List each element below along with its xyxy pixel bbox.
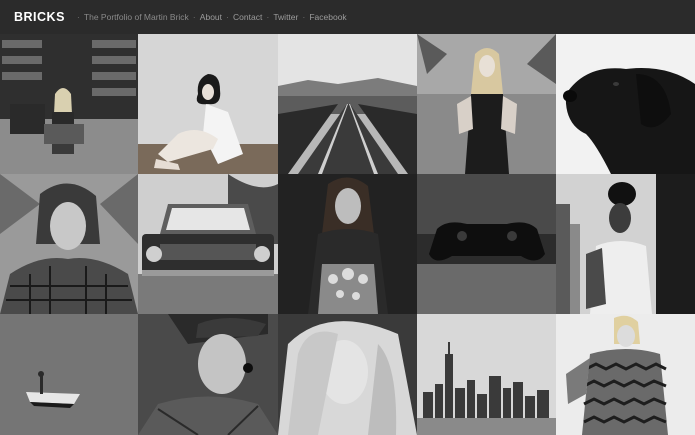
photo-tile-woman-seated-studio[interactable] xyxy=(138,34,278,174)
brand-logo[interactable]: BRICKS xyxy=(14,10,65,24)
photo-tile-woman-plaid-scarf[interactable] xyxy=(0,174,138,314)
photo-tile-man-with-cap[interactable] xyxy=(138,314,278,435)
nav-separator: · xyxy=(226,12,230,22)
photo-tile-woman-zigzag-sweater[interactable] xyxy=(556,314,695,435)
photo-tile-boat-on-water[interactable] xyxy=(0,314,138,435)
nav-separator: · xyxy=(302,12,306,22)
photo-tile-city-skyline[interactable] xyxy=(417,314,556,435)
photo-tile-black-labrador[interactable] xyxy=(556,34,695,174)
photo-tile-woman-city-backdrop[interactable] xyxy=(556,174,695,314)
nav-separator: · xyxy=(192,12,196,22)
nav-separator: · xyxy=(266,12,270,22)
nav-separator: · xyxy=(76,12,80,22)
site-tagline: The Portfolio of Martin Brick xyxy=(83,12,189,22)
photo-tile-blonde-woman-closeup[interactable] xyxy=(278,314,417,435)
photo-tile-game-controller[interactable] xyxy=(417,174,556,314)
nav-facebook-link[interactable]: Facebook xyxy=(309,12,346,22)
photo-tile-woman-in-library[interactable] xyxy=(0,34,138,174)
header-nav: · The Portfolio of Martin Brick · About … xyxy=(73,12,347,22)
nav-contact-link[interactable]: Contact xyxy=(233,12,262,22)
nav-about-link[interactable]: About xyxy=(200,12,222,22)
photo-tile-railway-bridge[interactable] xyxy=(278,34,417,174)
photo-tile-classic-car[interactable] xyxy=(138,174,278,314)
site-header: BRICKS · The Portfolio of Martin Brick ·… xyxy=(0,0,695,34)
photo-tile-blonde-woman-outdoors[interactable] xyxy=(417,34,556,174)
nav-twitter-link[interactable]: Twitter xyxy=(273,12,298,22)
photo-tile-woman-patterned-dress[interactable] xyxy=(278,174,417,314)
photo-grid xyxy=(0,34,695,435)
